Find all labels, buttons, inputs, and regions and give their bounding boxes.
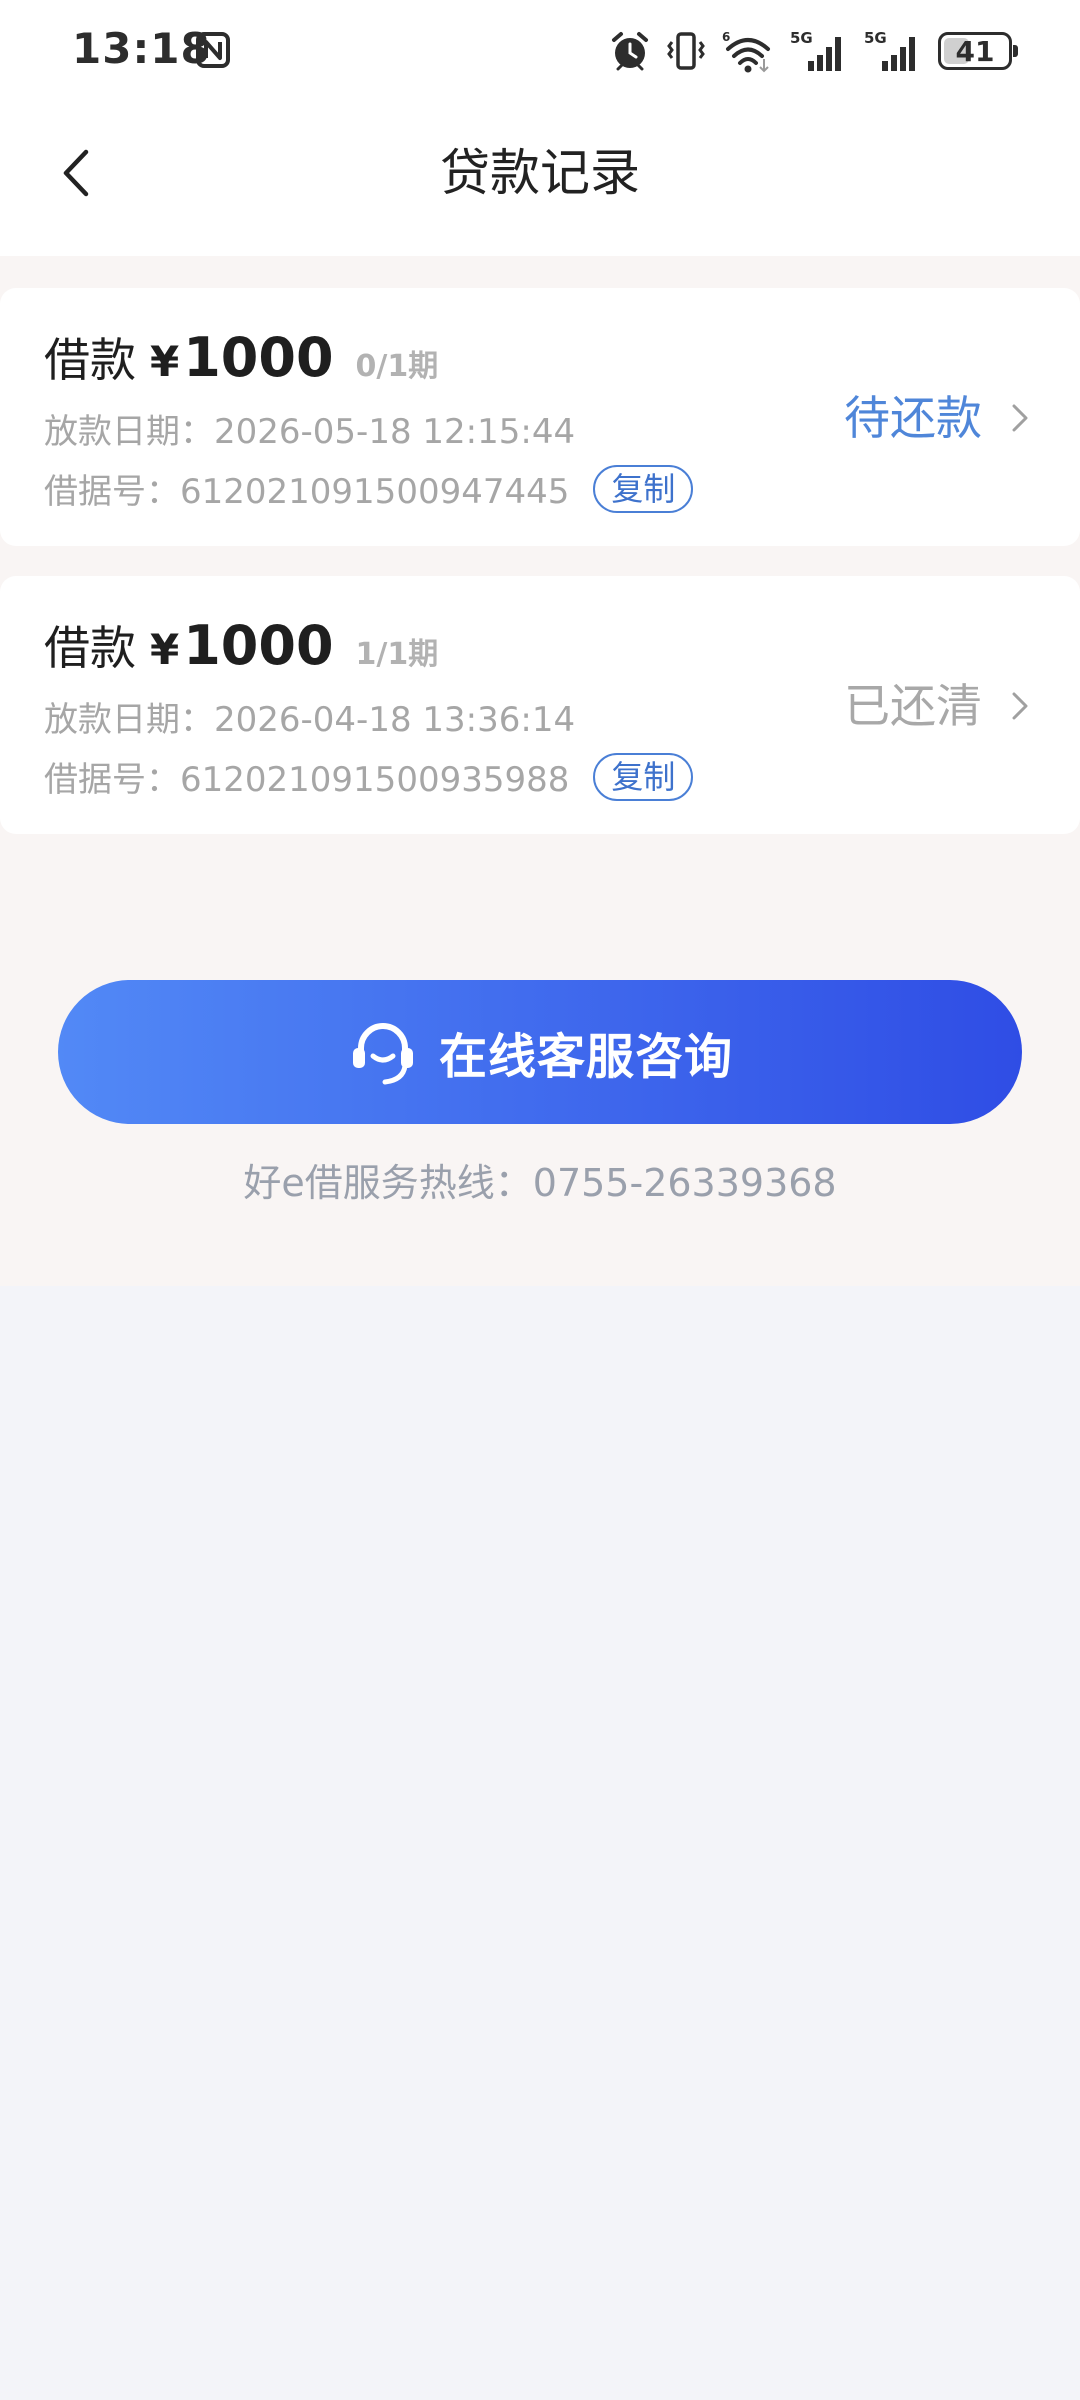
battery-icon: 41 xyxy=(938,32,1018,70)
loan-currency: ¥ xyxy=(150,337,180,386)
battery-level: 41 xyxy=(955,34,995,68)
loan-card[interactable]: 借款 ¥ 1000 1/1期 放款日期：2026-04-18 13:36:14 … xyxy=(0,576,1080,834)
loan-date: 放款日期：2026-05-18 12:15:44 xyxy=(44,412,576,452)
screen: 13:18 6 5G 5G 41 贷款记录 借款 ¥ 1000 0/1期 放款日… xyxy=(0,0,1080,2400)
loan-period: 0/1期 xyxy=(355,349,439,384)
copy-button[interactable]: 复制 xyxy=(593,752,694,801)
copy-button[interactable]: 复制 xyxy=(593,464,694,513)
loan-summary: 借款 ¥ 1000 1/1期 xyxy=(44,612,438,678)
loan-number-row: 借据号：612021091500947445 复制 xyxy=(44,464,694,513)
loan-number-row: 借据号：612021091500935988 复制 xyxy=(44,752,694,801)
loan-date: 放款日期：2026-04-18 13:36:14 xyxy=(44,700,576,740)
online-service-label: 在线客服咨询 xyxy=(438,1029,733,1085)
loan-summary: 借款 ¥ 1000 0/1期 xyxy=(44,324,438,390)
loan-label: 借款 xyxy=(44,333,136,387)
signal-icon: 5G xyxy=(790,29,841,71)
status-icons: 6 5G 5G 41 xyxy=(610,26,1018,76)
svg-text:5G: 5G xyxy=(790,29,813,47)
loan-number: 借据号：612021091500935988 xyxy=(44,760,570,800)
loan-list-area: 借款 ¥ 1000 0/1期 放款日期：2026-05-18 12:15:44 … xyxy=(0,256,1080,1286)
page-title: 贷款记录 xyxy=(440,144,640,202)
vibrate-icon xyxy=(667,32,705,70)
loan-period: 1/1期 xyxy=(355,637,439,672)
loan-amount: 1000 xyxy=(183,326,334,389)
loan-currency: ¥ xyxy=(150,625,180,674)
service-hotline: 好e借服务热线：0755-26339368 xyxy=(243,1161,837,1205)
loan-card[interactable]: 借款 ¥ 1000 0/1期 放款日期：2026-05-18 12:15:44 … xyxy=(0,288,1080,546)
alarm-icon xyxy=(612,32,648,71)
headset-icon xyxy=(352,1023,413,1085)
header: 贷款记录 xyxy=(0,100,1080,256)
nfc-icon xyxy=(196,32,230,68)
online-service-button[interactable]: 在线客服咨询 xyxy=(58,980,1022,1124)
loan-amount: 1000 xyxy=(183,614,334,677)
chevron-right-icon xyxy=(1012,692,1028,720)
loan-number: 借据号：612021091500947445 xyxy=(44,472,570,512)
loan-status: 已还清 xyxy=(844,679,982,733)
svg-text:5G: 5G xyxy=(864,29,887,47)
chevron-right-icon xyxy=(1012,404,1028,432)
wifi-icon: 6 xyxy=(722,30,770,73)
svg-text:6: 6 xyxy=(722,30,730,44)
status-bar: 13:18 6 5G 5G 41 xyxy=(0,0,1080,100)
loan-label: 借款 xyxy=(44,621,136,675)
status-time: 13:18 xyxy=(72,24,211,73)
loan-status: 待还款 xyxy=(844,391,982,445)
signal-icon: 5G xyxy=(864,29,915,71)
